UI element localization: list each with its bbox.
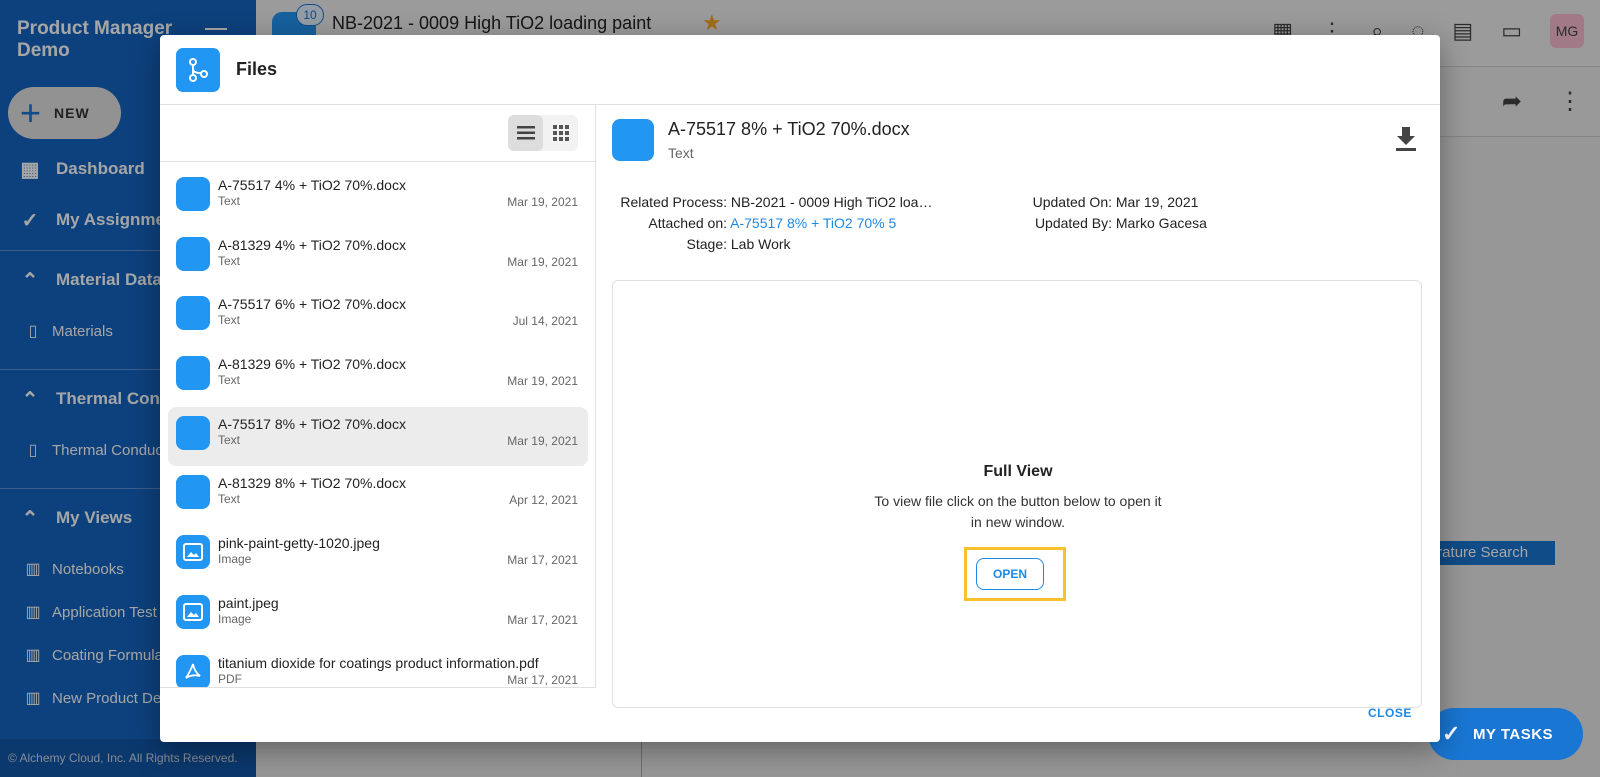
- attached-on-row: Attached on: A-75517 8% + TiO2 70% 5: [616, 215, 896, 231]
- file-list-pane: A-75517 4% + TiO2 70%.docx Text Mar 19, …: [160, 105, 596, 687]
- file-list-item[interactable]: A-75517 4% + TiO2 70%.docx Text Mar 19, …: [168, 168, 588, 228]
- file-name: A-75517 8% + TiO2 70%.docx: [218, 415, 406, 432]
- file-list-item[interactable]: A-81329 6% + TiO2 70%.docx Text Mar 19, …: [168, 347, 588, 407]
- file-preview: Full View To view file click on the butt…: [612, 280, 1422, 708]
- my-tasks-button[interactable]: ✓ MY TASKS: [1428, 708, 1583, 760]
- file-detail-title: A-75517 8% + TiO2 70%.docx: [668, 119, 910, 139]
- file-date: Mar 17, 2021: [507, 553, 578, 568]
- image-icon: [176, 535, 210, 570]
- doc-icon: [176, 415, 210, 450]
- file-date: Mar 17, 2021: [507, 612, 578, 627]
- check-circle-icon: ✓: [1442, 721, 1461, 746]
- preview-instructions: To view file click on the button below t…: [874, 493, 1162, 530]
- stage-value: Lab Work: [730, 236, 791, 252]
- file-name: paint.jpeg: [218, 594, 279, 611]
- file-detail-type: Text: [668, 145, 694, 161]
- pdf-icon: [176, 654, 210, 687]
- related-process-value: NB-2021 - 0009 High TiO2 loa…: [730, 194, 933, 210]
- file-type: Text: [218, 194, 241, 208]
- attached-on-link[interactable]: A-75517 8% + TiO2 70% 5: [730, 215, 896, 231]
- dialog-title: Files: [236, 59, 278, 79]
- related-process-label: Related Process:: [620, 194, 727, 210]
- file-name: A-75517 4% + TiO2 70%.docx: [218, 177, 406, 193]
- doc-icon: [176, 236, 210, 271]
- updated-on-value: Mar 19, 2021: [1115, 194, 1199, 210]
- file-name: A-75517 6% + TiO2 70%.docx: [218, 296, 406, 313]
- file-detail-pane: A-75517 8% + TiO2 70%.docx Text Related …: [596, 105, 1440, 742]
- image-icon: [176, 594, 210, 629]
- download-icon[interactable]: [1394, 125, 1418, 153]
- doc-icon: [176, 356, 210, 391]
- files-icon: [176, 48, 220, 92]
- file-list-item[interactable]: A-81329 8% + TiO2 70%.docx Text Apr 12, …: [168, 466, 588, 526]
- doc-icon: [176, 475, 210, 510]
- grid-view-button[interactable]: [543, 115, 578, 151]
- file-name: A-81329 4% + TiO2 70%.docx: [218, 236, 406, 253]
- divider: [160, 687, 596, 688]
- stage-label: Stage:: [686, 236, 727, 252]
- file-type: Text: [218, 492, 241, 507]
- doc-icon: [176, 177, 210, 211]
- file-type: Text: [218, 432, 241, 447]
- file-list-item[interactable]: titanium dioxide for coatings product in…: [168, 646, 588, 687]
- file-list-item[interactable]: A-75517 6% + TiO2 70%.docx Text Jul 14, …: [168, 287, 588, 347]
- file-type: Text: [218, 373, 241, 388]
- close-button[interactable]: CLOSE: [1368, 706, 1412, 720]
- file-list-item-selected[interactable]: A-75517 8% + TiO2 70%.docx Text Mar 19, …: [168, 406, 588, 467]
- file-list-item[interactable]: pink-paint-getty-1020.jpeg Image Mar 17,…: [168, 526, 588, 586]
- files-dialog: Files A-75517 4% + TiO2 70%.docx Text Ma…: [160, 35, 1440, 742]
- file-type: PDF: [218, 671, 242, 686]
- file-name: titanium dioxide for coatings product in…: [218, 654, 539, 671]
- file-list-item[interactable]: paint.jpeg Image Mar 17, 2021: [168, 586, 588, 646]
- file-name: pink-paint-getty-1020.jpeg: [218, 535, 380, 552]
- related-process-row: Related Process: NB-2021 - 0009 High TiO…: [616, 194, 932, 210]
- file-type: Text: [218, 253, 241, 268]
- updated-by-value: Marko Gacesa: [1115, 215, 1207, 231]
- updated-on-label: Updated On:: [1032, 194, 1112, 210]
- file-type: Image: [218, 611, 252, 626]
- view-toggle: [508, 115, 578, 151]
- file-date: Apr 12, 2021: [509, 493, 578, 508]
- dialog-header: Files: [160, 35, 1440, 105]
- updated-on-row: Updated On: Mar 19, 2021: [1026, 194, 1199, 210]
- updated-by-row: Updated By: Marko Gacesa: [1026, 215, 1207, 231]
- doc-icon: [612, 119, 654, 161]
- doc-icon: [176, 296, 210, 331]
- file-type: Image: [218, 552, 252, 567]
- preview-title: Full View: [983, 463, 1053, 480]
- file-date: Mar 19, 2021: [507, 374, 578, 389]
- updated-by-label: Updated By:: [1034, 215, 1112, 231]
- file-list-item[interactable]: A-81329 4% + TiO2 70%.docx Text Mar 19, …: [168, 228, 588, 288]
- file-name: A-81329 6% + TiO2 70%.docx: [218, 356, 406, 373]
- file-date: Mar 19, 2021: [507, 195, 578, 209]
- file-date: Jul 14, 2021: [512, 314, 578, 329]
- divider: [160, 161, 596, 162]
- stage-row: Stage: Lab Work: [616, 236, 791, 252]
- grid-view-icon: [552, 125, 569, 141]
- list-view-icon: [516, 126, 535, 140]
- file-list: A-75517 4% + TiO2 70%.docx Text Mar 19, …: [160, 168, 596, 687]
- attached-on-label: Attached on:: [648, 215, 727, 231]
- file-date: Mar 19, 2021: [507, 254, 578, 269]
- open-button[interactable]: OPEN: [976, 558, 1044, 590]
- file-date: Mar 19, 2021: [507, 433, 578, 448]
- file-date: Mar 17, 2021: [507, 672, 578, 687]
- my-tasks-label: MY TASKS: [1472, 725, 1554, 743]
- file-name: A-81329 8% + TiO2 70%.docx: [218, 475, 406, 492]
- file-type: Text: [218, 313, 241, 328]
- list-view-button[interactable]: [508, 115, 543, 151]
